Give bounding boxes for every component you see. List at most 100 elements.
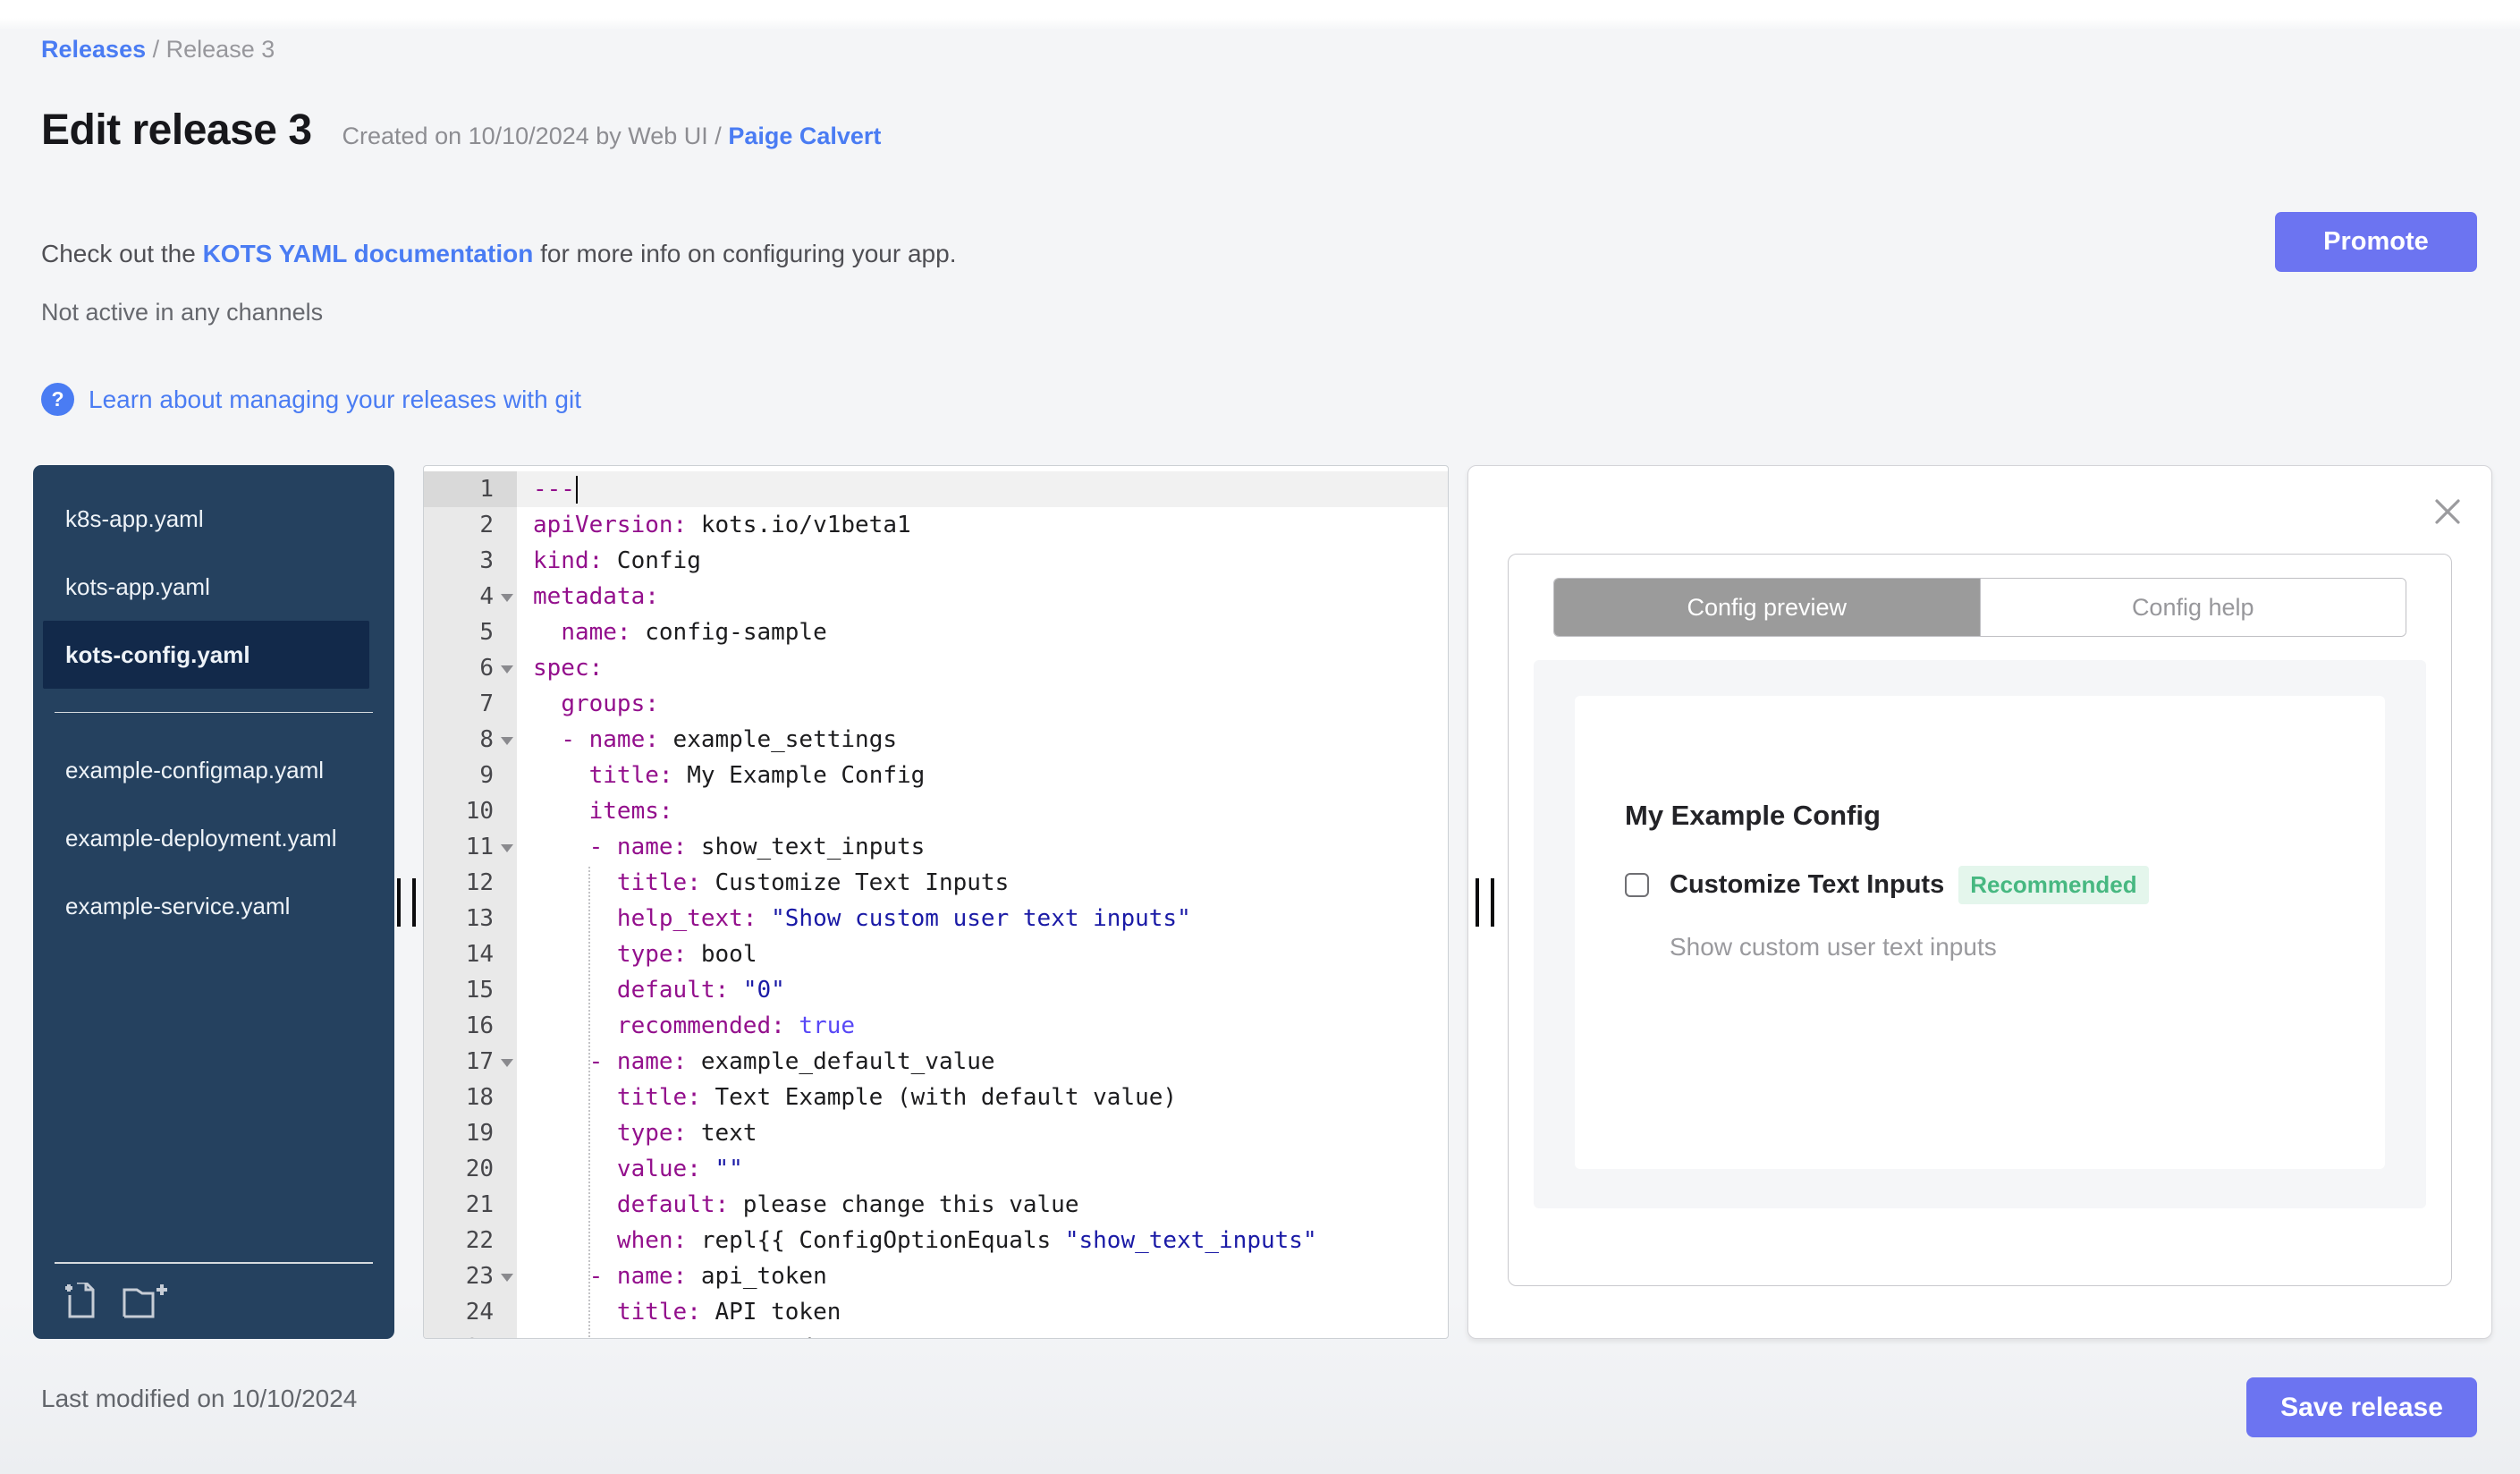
line-number: 23	[424, 1258, 517, 1294]
doc-info-line: Check out the KOTS YAML documentation fo…	[41, 240, 957, 267]
author-link[interactable]: Paige Calvert	[728, 123, 881, 149]
new-file-icon[interactable]	[65, 1283, 99, 1320]
fold-arrow-icon[interactable]	[501, 1274, 513, 1282]
tab-config-help[interactable]: Config help	[1979, 579, 2406, 636]
git-help-row: ? Learn about managing your releases wit…	[41, 383, 581, 416]
fold-arrow-icon[interactable]	[501, 844, 513, 852]
config-preview-box: Config preview Config help My Example Co…	[1508, 554, 2452, 1286]
code-text: apiVersion: kots.io/v1beta1	[533, 512, 911, 538]
line-number: 24	[424, 1294, 517, 1330]
save-release-button[interactable]: Save release	[2246, 1377, 2477, 1437]
code-line: 21 default: please change this value	[424, 1187, 1448, 1223]
tab-config-preview[interactable]: Config preview	[1554, 579, 1980, 636]
sidebar-item-kots-config-selected[interactable]: kots-config.yaml	[43, 621, 369, 689]
line-number: 15	[424, 972, 517, 1008]
code-line: 2 apiVersion: kots.io/v1beta1	[424, 507, 1448, 543]
line-number: 5	[424, 614, 517, 650]
code-text: title: My Example Config	[588, 762, 926, 789]
code-line: 19 type: text	[424, 1115, 1448, 1151]
code-line: 6 spec:	[424, 650, 1448, 686]
code-text: ---	[517, 471, 1448, 507]
line-number: 10	[424, 793, 517, 829]
editor-panel-resize-handle[interactable]	[1476, 878, 1501, 927]
kots-yaml-doc-link[interactable]: KOTS YAML documentation	[203, 240, 534, 267]
promote-button[interactable]: Promote	[2275, 212, 2477, 272]
channel-status: Not active in any channels	[41, 299, 324, 326]
code-text: - name: show_text_inputs	[588, 834, 926, 860]
code-line: 16 recommended: true	[424, 1008, 1448, 1044]
line-number: 6	[424, 650, 517, 686]
line-number: 20	[424, 1151, 517, 1187]
line-number: 1	[424, 471, 517, 507]
indent-guide	[588, 867, 590, 1338]
sidebar-item-example-service[interactable]: example-service.yaml	[33, 872, 359, 940]
code-text: type: password	[517, 1330, 1448, 1338]
last-modified-text: Last modified on 10/10/2024	[41, 1385, 358, 1412]
text-cursor	[575, 476, 579, 504]
sidebar-editor-resize-handle[interactable]	[397, 878, 422, 927]
file-tree-sidebar: k8s-app.yaml kots-app.yaml kots-config.y…	[33, 465, 394, 1339]
created-info: Created on 10/10/2024 by Web UI / Paige …	[342, 123, 882, 149]
line-number: 13	[424, 901, 517, 936]
close-icon[interactable]	[2432, 496, 2463, 531]
page-title: Edit release 3	[41, 106, 312, 154]
fold-arrow-icon[interactable]	[501, 594, 513, 602]
config-item-label[interactable]: Customize Text Inputs	[1670, 870, 1944, 900]
title-row: Edit release 3 Created on 10/10/2024 by …	[41, 106, 881, 155]
line-number: 7	[424, 686, 517, 722]
git-releases-link[interactable]: Learn about managing your releases with …	[89, 385, 581, 414]
code-line: 15 default: "0"	[424, 972, 1448, 1008]
code-line: 17 - name: example_default_value	[424, 1044, 1448, 1080]
code-text: default: please change this value	[616, 1191, 1079, 1218]
customize-text-inputs-checkbox[interactable]	[1625, 873, 1649, 897]
code-text: default: "0"	[616, 977, 785, 1004]
code-line: 14 type: bool	[424, 936, 1448, 972]
sidebar-divider	[55, 712, 373, 713]
breadcrumb-releases-link[interactable]: Releases	[41, 36, 146, 63]
yaml-code-editor[interactable]: 1 --- 2 apiVersion: kots.io/v1beta1 3 kind: C…	[423, 465, 1449, 1339]
line-number: 8	[424, 722, 517, 758]
fold-arrow-icon[interactable]	[501, 1059, 513, 1067]
code-text: title: API token	[616, 1299, 841, 1326]
breadcrumb-separator: /	[152, 36, 160, 63]
fold-arrow-icon[interactable]	[501, 665, 513, 673]
config-item-row: Customize Text Inputs Recommended	[1625, 866, 2385, 904]
fold-arrow-icon[interactable]	[501, 737, 513, 745]
line-number: 12	[424, 865, 517, 901]
code-line: 10 items:	[424, 793, 1448, 829]
line-number: 22	[424, 1223, 517, 1258]
line-number: 3	[424, 543, 517, 579]
config-preview-panel: Config preview Config help My Example Co…	[1467, 465, 2492, 1339]
code-line: 13 help_text: "Show custom user text inp…	[424, 901, 1448, 936]
code-line: 11 - name: show_text_inputs	[424, 829, 1448, 865]
code-text: - name: api_token	[588, 1263, 827, 1290]
config-tabs: Config preview Config help	[1553, 578, 2406, 637]
code-text: - name: example_settings	[561, 726, 897, 753]
code-text: items:	[588, 798, 673, 825]
code-line: 5 name: config-sample	[424, 614, 1448, 650]
code-line: 12 title: Customize Text Inputs	[424, 865, 1448, 901]
line-number: 14	[424, 936, 517, 972]
code-text: kind: Config	[533, 547, 701, 574]
line-number: 11	[424, 829, 517, 865]
sidebar-item-kots-app[interactable]: kots-app.yaml	[33, 553, 359, 621]
sidebar-item-k8s-app[interactable]: k8s-app.yaml	[33, 485, 359, 553]
new-folder-icon[interactable]	[123, 1283, 169, 1320]
code-line: 3 kind: Config	[424, 543, 1448, 579]
code-text: value: ""	[616, 1156, 743, 1182]
line-number: 18	[424, 1080, 517, 1115]
sidebar-item-example-deployment[interactable]: example-deployment.yaml	[33, 804, 359, 872]
code-text: title: Text Example (with default value)	[616, 1084, 1178, 1111]
code-line: 1 ---	[424, 471, 1448, 507]
config-preview-area: My Example Config Customize Text Inputs …	[1534, 660, 2426, 1208]
code-line: 22 when: repl{{ ConfigOptionEquals "show…	[424, 1223, 1448, 1258]
sidebar-item-example-configmap[interactable]: example-configmap.yaml	[33, 736, 359, 804]
config-item-help-text: Show custom user text inputs	[1670, 933, 1997, 961]
code-text: when: repl{{ ConfigOptionEquals "show_te…	[616, 1227, 1317, 1254]
code-line: 9 title: My Example Config	[424, 758, 1448, 793]
code-line: 18 title: Text Example (with default val…	[424, 1080, 1448, 1115]
code-line: 24 title: API token	[424, 1294, 1448, 1330]
line-number: 25	[424, 1330, 517, 1338]
code-lines: 1 --- 2 apiVersion: kots.io/v1beta1 3 kind: C…	[424, 466, 1448, 1338]
code-line: 4 metadata:	[424, 579, 1448, 614]
